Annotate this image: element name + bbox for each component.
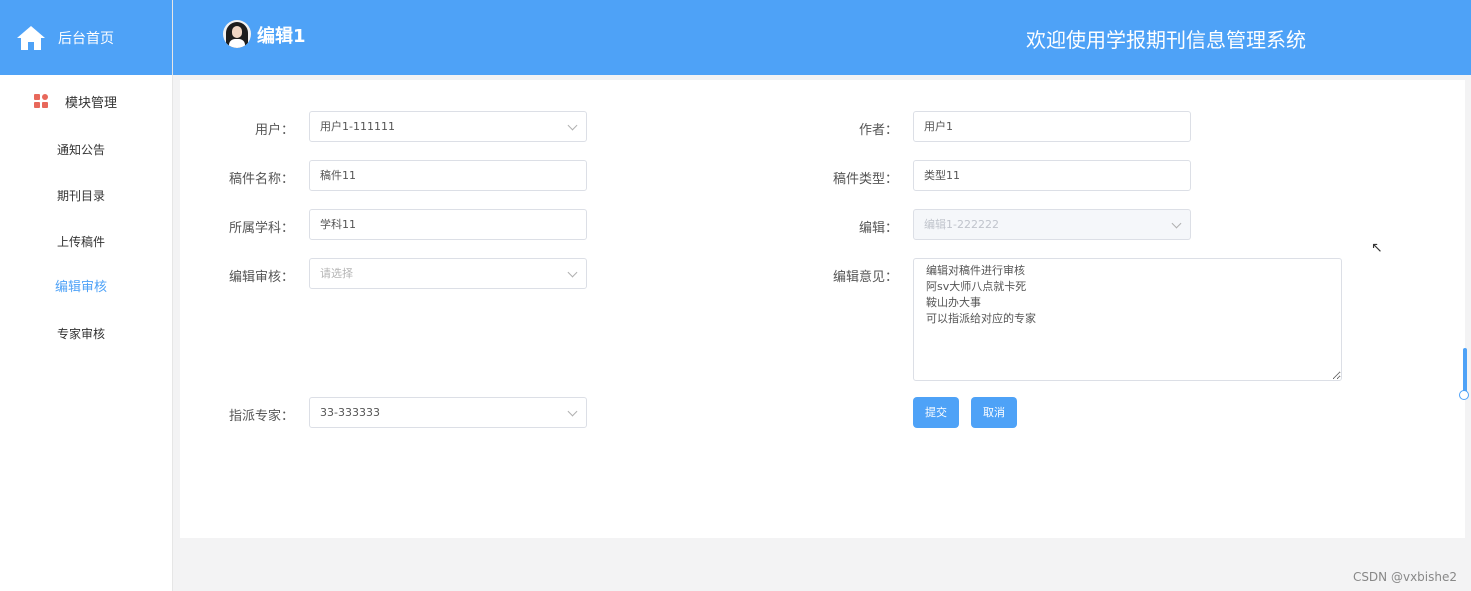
author-label: 作者： bbox=[858, 123, 898, 138]
sidebar: 后台首页 模块管理 通知公告 期刊目录 上传稿件 编辑审核 专家审核 bbox=[0, 0, 173, 591]
chevron-down-icon bbox=[567, 120, 578, 131]
system-title: 欢迎使用学报期刊信息管理系统 bbox=[1026, 28, 1306, 52]
assign-expert-value: 33-333333 bbox=[320, 406, 380, 419]
top-header: 编辑1 欢迎使用学报期刊信息管理系统 bbox=[173, 0, 1471, 75]
chevron-down-icon bbox=[1171, 218, 1182, 229]
cancel-button[interactable]: 取消 bbox=[971, 397, 1017, 428]
editor-opinion-textarea[interactable]: 编辑对稿件进行审核 阿sv大师八点就卡死 鞍山办大事 可以指派给对应的专家 bbox=[913, 258, 1342, 381]
menu-group-label: 模块管理 bbox=[65, 95, 118, 111]
user-select[interactable]: 用户1-111111 bbox=[309, 111, 587, 142]
sidebar-item-upload-manuscript[interactable]: 上传稿件 bbox=[0, 219, 172, 265]
current-user-name[interactable]: 编辑1 bbox=[257, 22, 306, 48]
menu-group-module-management[interactable]: 模块管理 bbox=[0, 75, 172, 127]
home-icon bbox=[17, 25, 45, 50]
chevron-down-icon bbox=[567, 267, 578, 278]
editor-review-select[interactable]: 请选择 bbox=[309, 258, 587, 289]
editor-select: 编辑1-222222 bbox=[913, 209, 1191, 240]
manuscript-type-label: 稿件类型： bbox=[832, 172, 898, 187]
subject-input[interactable]: 学科11 bbox=[309, 209, 587, 240]
user-select-value: 用户1-111111 bbox=[320, 120, 395, 133]
scrollbar-handle[interactable] bbox=[1459, 390, 1469, 400]
avatar[interactable] bbox=[223, 20, 251, 48]
mouse-cursor-icon: ↖ bbox=[1371, 240, 1383, 256]
home-label: 后台首页 bbox=[58, 30, 114, 47]
manuscript-name-input[interactable]: 稿件11 bbox=[309, 160, 587, 191]
home-link[interactable]: 后台首页 bbox=[0, 0, 172, 75]
form-card: 用户： 用户1-111111 作者： 用户1 稿件名称： 稿件11 稿件类型： … bbox=[180, 80, 1465, 538]
editor-review-label: 编辑审核： bbox=[228, 270, 294, 285]
sidebar-item-notices[interactable]: 通知公告 bbox=[0, 127, 172, 173]
sidebar-item-editor-review[interactable]: 编辑审核 bbox=[0, 265, 172, 311]
editor-review-placeholder: 请选择 bbox=[320, 267, 353, 280]
manuscript-name-label: 稿件名称： bbox=[228, 172, 294, 187]
sidebar-item-journal-catalog[interactable]: 期刊目录 bbox=[0, 173, 172, 219]
manuscript-type-input[interactable]: 类型11 bbox=[913, 160, 1191, 191]
editor-opinion-label: 编辑意见： bbox=[832, 270, 898, 285]
editor-label: 编辑： bbox=[858, 221, 898, 236]
sidebar-item-expert-review[interactable]: 专家审核 bbox=[0, 311, 172, 357]
assign-expert-label: 指派专家： bbox=[228, 409, 294, 424]
author-input[interactable]: 用户1 bbox=[913, 111, 1191, 142]
assign-expert-select[interactable]: 33-333333 bbox=[309, 397, 587, 428]
user-label: 用户： bbox=[254, 123, 294, 138]
editor-select-value: 编辑1-222222 bbox=[924, 218, 999, 231]
watermark: CSDN @vxbishe2 bbox=[1352, 570, 1457, 584]
chevron-down-icon bbox=[567, 406, 578, 417]
grid-icon bbox=[34, 94, 48, 108]
subject-label: 所属学科： bbox=[228, 221, 294, 236]
submit-button[interactable]: 提交 bbox=[913, 397, 959, 428]
